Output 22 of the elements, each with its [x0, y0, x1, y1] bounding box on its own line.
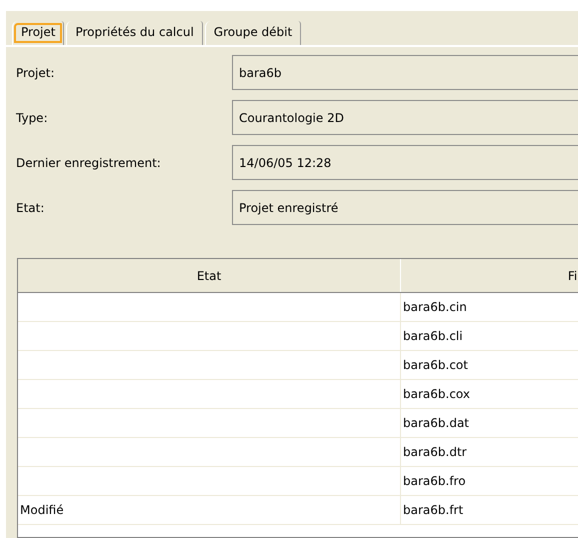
readonly-field: 14/06/05 12:28 — [232, 145, 578, 180]
field-label: Projet: — [16, 66, 56, 80]
table-cell: bara6b.frt — [401, 496, 578, 524]
column-header[interactable]: Fi — [401, 259, 578, 292]
readonly-field: bara6b — [232, 55, 578, 90]
table-cell: bara6b.dat — [401, 409, 578, 437]
field-label: Type: — [16, 110, 49, 124]
column-header[interactable]: Etat — [18, 259, 401, 292]
table-cell: bara6b.fro — [401, 467, 578, 495]
table-cell: bara6b.cin — [401, 293, 578, 321]
table-cell: bara6b.cli — [401, 322, 578, 350]
table-cell: bara6b.cot — [401, 351, 578, 379]
tab[interactable]: Propriétés du calcul — [66, 21, 203, 45]
tab[interactable]: Projet — [12, 21, 64, 45]
readonly-field: Projet enregistré — [232, 190, 578, 225]
tab[interactable]: Groupe débit — [204, 21, 302, 45]
table-cell: Modifié — [18, 496, 401, 524]
table-cell: bara6b.dtr — [401, 438, 578, 466]
table-cell: bara6b.cox — [401, 380, 578, 408]
field-label: Dernier enregistrement: — [16, 156, 162, 170]
field-label: Etat: — [16, 200, 46, 214]
readonly-field: Courantologie 2D — [232, 100, 578, 135]
